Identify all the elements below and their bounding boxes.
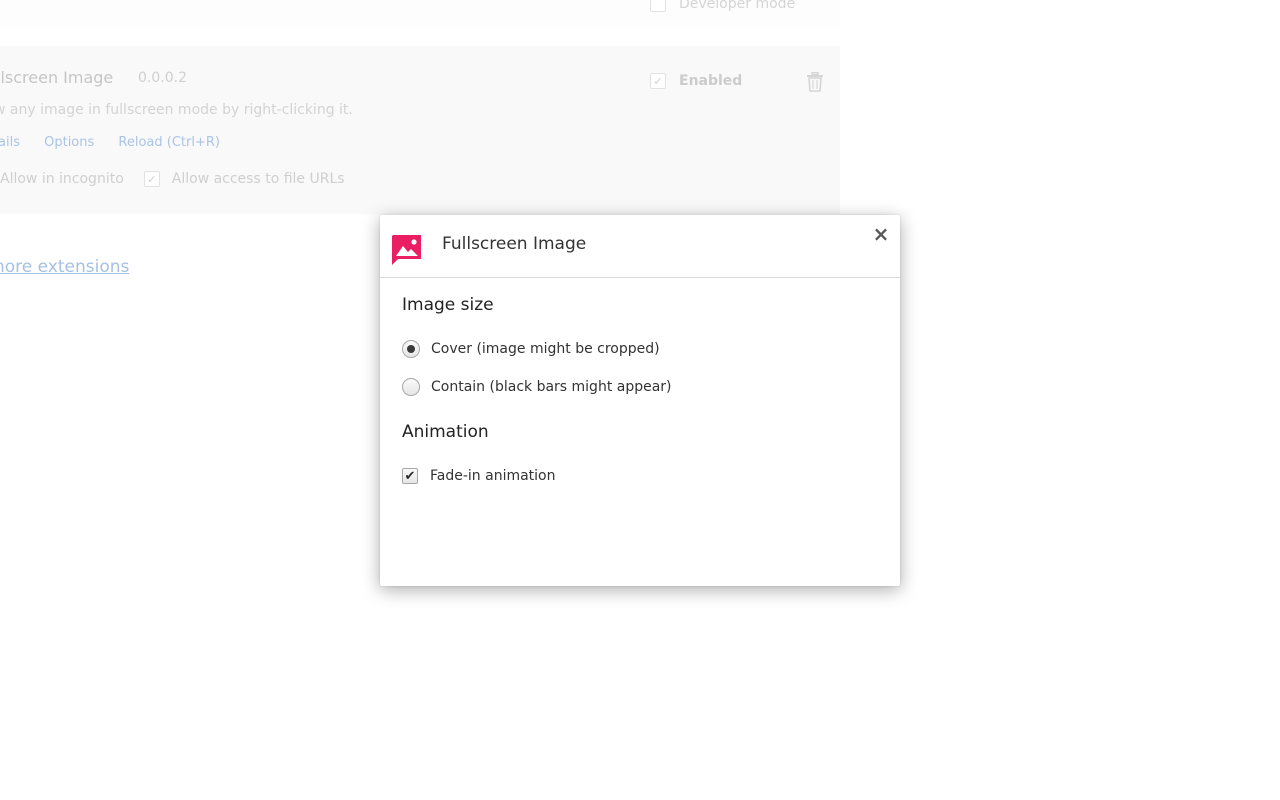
fade-in-checkbox[interactable]: ✔: [402, 468, 418, 484]
allow-file-urls-checkbox[interactable]: ✓: [143, 171, 160, 187]
developer-mode-toggle[interactable]: Developer mode: [650, 0, 795, 12]
allow-incognito-label[interactable]: Allow in incognito: [0, 171, 124, 187]
extension-links: ails Options Reload (Ctrl+R): [0, 135, 240, 150]
fade-in-label: Fade-in animation: [430, 468, 556, 484]
dialog-header: Fullscreen Image ×: [380, 215, 900, 278]
extension-name: llscreen Image: [0, 68, 114, 87]
options-link[interactable]: Options: [44, 135, 94, 150]
get-more-extensions-link[interactable]: hore extensions: [0, 257, 129, 277]
contain-label: Contain (black bars might appear): [431, 379, 672, 395]
extension-description: w any image in fullscreen mode by right-…: [0, 102, 353, 118]
enabled-toggle[interactable]: ✓ Enabled: [650, 73, 742, 89]
radio-option-cover[interactable]: Cover (image might be cropped): [402, 340, 660, 358]
developer-mode-checkbox[interactable]: [650, 0, 666, 12]
extension-card: llscreen Image 0.0.0.2 w any image in fu…: [0, 46, 840, 214]
radio-option-contain[interactable]: Contain (black bars might appear): [402, 378, 672, 396]
animation-heading: Animation: [402, 422, 489, 442]
details-link[interactable]: ails: [0, 135, 20, 150]
trash-icon[interactable]: [806, 72, 824, 92]
enabled-label: Enabled: [679, 73, 743, 89]
enabled-checkbox[interactable]: ✓: [650, 73, 666, 89]
options-dialog: Fullscreen Image × Image size Cover (ima…: [380, 215, 900, 586]
fullscreen-image-app-icon: [392, 235, 421, 265]
close-button[interactable]: ×: [870, 223, 892, 245]
extension-version: 0.0.0.2: [138, 70, 187, 86]
extension-permissions: Allow in incognito ✓ Allow access to fil…: [0, 171, 345, 187]
allow-file-urls-label[interactable]: Allow access to file URLs: [172, 171, 345, 187]
developer-mode-label: Developer mode: [679, 0, 796, 12]
contain-radio[interactable]: [402, 378, 420, 396]
fade-in-option[interactable]: ✔ Fade-in animation: [402, 468, 556, 484]
cover-label: Cover (image might be cropped): [431, 341, 660, 357]
dialog-title: Fullscreen Image: [442, 234, 587, 254]
reload-link[interactable]: Reload (Ctrl+R): [118, 135, 220, 150]
image-size-heading: Image size: [402, 295, 494, 315]
cover-radio[interactable]: [402, 340, 420, 358]
